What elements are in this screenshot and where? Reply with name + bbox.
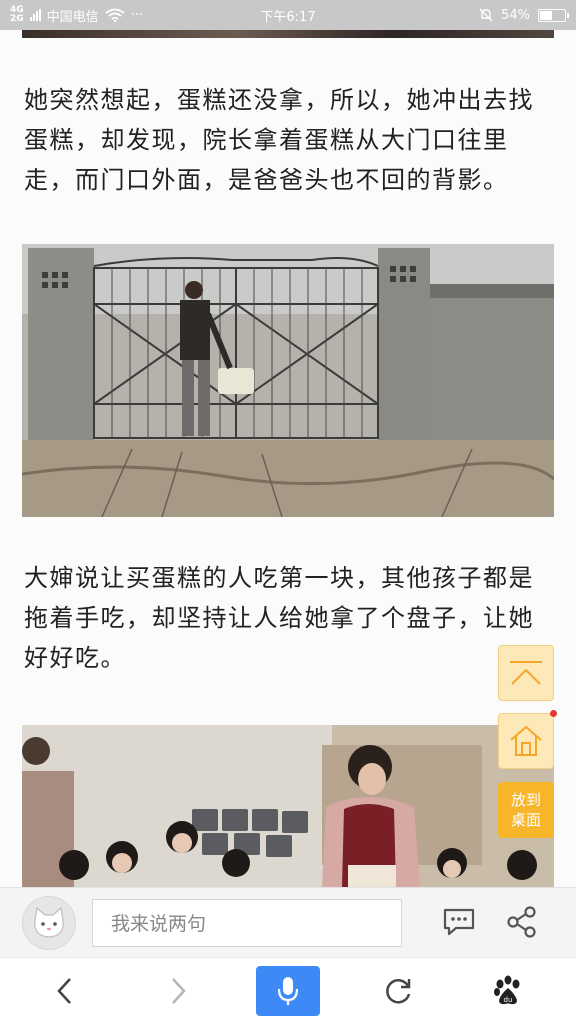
svg-text:du: du	[504, 996, 513, 1004]
comment-bubble-icon	[443, 908, 475, 936]
home-icon	[510, 725, 542, 756]
status-more: ···	[130, 7, 144, 23]
share-button[interactable]	[503, 903, 541, 941]
status-bar: 4G 2G 中国电信 ··· 下午6:17 54%	[0, 0, 576, 30]
gate-scene-photo[interactable]	[22, 244, 554, 517]
battery-fill	[540, 10, 552, 20]
wifi-icon	[105, 8, 125, 22]
previous-photo-edge	[22, 30, 554, 38]
network-type-bottom: 2G	[10, 14, 24, 24]
children-scene-photo[interactable]	[22, 725, 554, 887]
baidu-button[interactable]: du	[476, 966, 540, 1016]
chevron-left-icon	[57, 978, 71, 1004]
share-icon	[507, 906, 536, 938]
status-right: 54%	[479, 7, 569, 23]
signal-icon	[29, 9, 41, 21]
home-button[interactable]	[498, 710, 557, 769]
comment-bar: 我来说两句	[0, 887, 576, 957]
mute-bell-icon	[479, 8, 493, 22]
refresh-button[interactable]	[366, 966, 430, 1016]
user-avatar[interactable]	[22, 895, 76, 950]
refresh-icon	[386, 979, 411, 1004]
scroll-to-top-button[interactable]	[498, 645, 554, 701]
add-to-desktop-label-2: 桌面	[510, 811, 541, 829]
add-to-desktop-label-1: 放到	[510, 791, 541, 809]
article-paragraph-2: 大婶说让买蛋糕的人吃第一块，其他孩子都是拖着手吃，却坚持让人给她拿了个盘子，让她…	[24, 564, 534, 672]
comment-input-placeholder: 我来说两句	[111, 913, 207, 935]
chevron-right-icon	[172, 978, 186, 1004]
battery-percent: 54%	[501, 7, 530, 23]
carrier-name: 中国电信	[46, 9, 99, 25]
battery-icon	[538, 8, 569, 22]
microphone-icon	[277, 977, 299, 1005]
comment-input[interactable]: 我来说两句	[92, 898, 402, 947]
scroll-to-top-icon	[510, 661, 542, 685]
comments-button[interactable]	[440, 903, 478, 941]
back-button[interactable]	[33, 966, 97, 1016]
baidu-paw-icon: du	[494, 975, 520, 1005]
notification-dot	[550, 710, 557, 717]
add-to-desktop-button[interactable]: 放到 桌面	[498, 782, 554, 838]
article-paragraph-1: 她突然想起，蛋糕还没拿，所以，她冲出去找蛋糕，却发现，院长拿着蛋糕从大门口往里走…	[24, 86, 534, 194]
status-left: 4G 2G 中国电信 ···	[10, 6, 143, 25]
voice-search-button[interactable]	[256, 966, 320, 1016]
article-content[interactable]: 她突然想起，蛋糕还没拿，所以，她冲出去找蛋糕，却发现，院长拿着蛋糕从大门口往里走…	[0, 30, 576, 887]
forward-button[interactable]	[146, 966, 210, 1016]
bottom-navigation: du	[0, 957, 576, 1024]
network-type: 4G 2G	[10, 6, 24, 24]
cat-avatar-icon	[34, 906, 64, 938]
